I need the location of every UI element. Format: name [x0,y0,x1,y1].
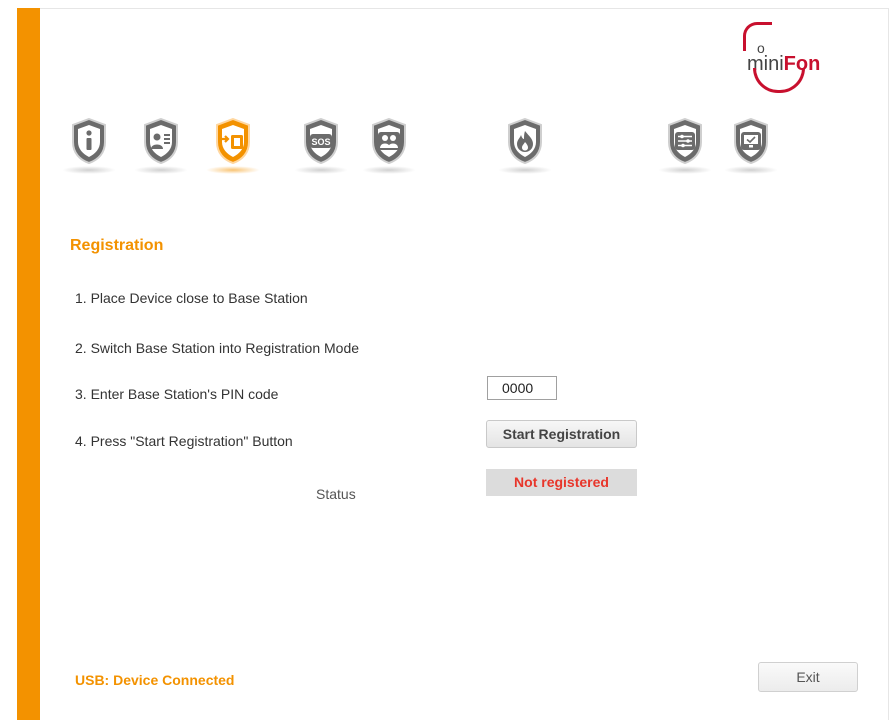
nav-shadow [62,166,116,174]
nav-item-fire-alarm[interactable] [496,112,554,178]
exit-button[interactable]: Exit [758,662,858,692]
nav-shadow [362,166,416,174]
pin-code-input[interactable] [487,376,557,400]
section-title: Registration [70,237,164,254]
step-1: 1. Place Device close to Base Station [75,290,308,306]
status-label: Status [316,486,356,502]
registration-icon [216,118,250,164]
nav-blank-slot [430,118,474,170]
status-badge: Not registered [486,469,637,496]
nav-item-contacts[interactable] [360,112,418,178]
fire-alarm-icon [508,118,542,164]
info-icon [72,118,106,164]
sos-icon: SOS [304,118,338,164]
accent-sidebar [17,8,40,720]
logo-arc-bottom [753,68,805,93]
start-registration-button[interactable]: Start Registration [486,420,637,448]
nav-shadow [724,166,778,174]
contacts-group-icon [372,118,406,164]
nav-shadow [134,166,188,174]
nav-item-contact-card[interactable] [132,112,190,178]
nav-shadow [498,166,552,174]
settings-sliders-icon [668,118,702,164]
nav-blank-slot [568,118,612,170]
nav-item-display[interactable] [722,112,780,178]
icon-navigation: SOS [60,112,800,180]
step-4: 4. Press "Start Registration" Button [75,433,293,449]
step-2: 2. Switch Base Station into Registration… [75,340,360,356]
nav-item-registration[interactable] [204,112,262,178]
contact-card-icon [144,118,178,164]
usb-status: USB: Device Connected [75,672,235,688]
nav-shadow-active [206,166,260,174]
nav-shadow [658,166,712,174]
svg-text:SOS: SOS [311,137,330,147]
minifon-logo: o miniFon [735,20,835,100]
nav-item-info[interactable] [60,112,118,178]
display-icon [734,118,768,164]
step-3: 3. Enter Base Station's PIN code [75,386,279,402]
nav-item-settings[interactable] [656,112,714,178]
nav-item-sos[interactable]: SOS [292,112,350,178]
nav-shadow [294,166,348,174]
